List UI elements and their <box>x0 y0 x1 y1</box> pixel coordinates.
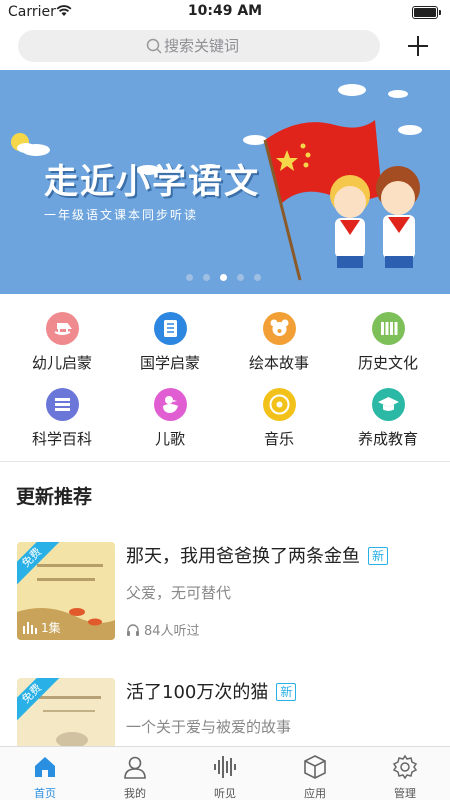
carousel-dot[interactable] <box>237 274 244 281</box>
new-badge: 新 <box>368 547 389 565</box>
tab-label: 应用 <box>304 787 326 800</box>
item-title-row: 活了100万次的猫新 <box>126 678 297 704</box>
item-title-row: 那天，我用爸爸换了两条金鱼新 <box>126 542 389 568</box>
clock: 10:49 AM <box>187 3 263 19</box>
item-title: 活了100万次的猫 <box>126 682 269 703</box>
stack-icon <box>46 388 79 421</box>
carousel-dot[interactable] <box>203 274 210 281</box>
banner-carousel[interactable]: 走近小学语文 一年级语文课本同步听读 <box>0 70 450 294</box>
graduation-cap-icon <box>372 388 405 421</box>
listen-count: 84人听过 <box>144 624 200 639</box>
home-icon <box>35 757 55 777</box>
item-cover: 免费 <box>17 678 115 746</box>
tab-listen[interactable]: 听见 <box>180 747 270 800</box>
audio-wave-icon <box>214 756 236 778</box>
item-cover: 免费 1集 <box>17 542 115 640</box>
category-item[interactable]: 历史文化 <box>332 300 444 372</box>
category-label: 幼儿启蒙 <box>31 354 92 372</box>
carousel-dot-active[interactable] <box>220 274 227 281</box>
new-badge: 新 <box>276 683 297 701</box>
tab-label: 管理 <box>394 787 416 800</box>
category-item[interactable]: 科学百科 <box>6 376 118 448</box>
gear-icon <box>392 754 418 780</box>
item-description: 一个关于爱与被爱的故事 <box>126 718 292 736</box>
headphones-icon <box>127 624 139 636</box>
episode-count: 1集 <box>41 621 61 635</box>
carousel-indicator <box>186 274 261 281</box>
category-label: 科学百科 <box>31 430 92 448</box>
audio-bars-icon <box>23 622 37 634</box>
banner-title: 走近小学语文 <box>44 162 260 202</box>
listen-count-row: 84人听过 <box>126 620 200 639</box>
category-item[interactable]: 国学启蒙 <box>114 300 226 372</box>
rocking-horse-icon <box>46 312 79 345</box>
search-bar[interactable] <box>18 30 380 62</box>
section-title: 更新推荐 <box>16 486 93 508</box>
box-icon <box>304 755 326 779</box>
tab-bar: 首页 我的 听见 应用 管理 <box>0 746 450 800</box>
status-bar: Carrier 10:49 AM <box>0 0 450 26</box>
search-input[interactable] <box>164 34 364 58</box>
bear-icon <box>263 312 296 345</box>
item-description: 父爱，无可替代 <box>126 584 232 602</box>
tab-label: 首页 <box>34 787 56 800</box>
tab-mine[interactable]: 我的 <box>90 747 180 800</box>
carousel-dot[interactable] <box>254 274 261 281</box>
category-grid: 幼儿启蒙 国学启蒙 绘本故事 历史文化 科学百科 儿歌 音乐 养成教育 <box>0 300 450 462</box>
tab-manage[interactable]: 管理 <box>360 747 450 800</box>
list-item[interactable]: 免费 1集 那天，我用爸爸换了两条金鱼新 父爱，无可替代 84人听过 <box>0 542 450 642</box>
category-item[interactable]: 儿歌 <box>114 376 226 448</box>
category-label: 养成教育 <box>357 430 418 448</box>
banner-subtitle: 一年级语文课本同步听读 <box>44 208 199 222</box>
category-item[interactable]: 幼儿启蒙 <box>6 300 118 372</box>
bamboo-scroll-icon <box>372 312 405 345</box>
list-item[interactable]: 免费 活了100万次的猫新 一个关于爱与被爱的故事 <box>0 678 450 746</box>
item-title: 那天，我用爸爸换了两条金鱼 <box>126 546 360 567</box>
category-label: 历史文化 <box>357 354 418 372</box>
category-item[interactable]: 音乐 <box>223 376 335 448</box>
category-label: 国学启蒙 <box>139 354 200 372</box>
category-label: 绘本故事 <box>248 354 309 372</box>
carousel-dot[interactable] <box>186 274 193 281</box>
search-icon <box>146 38 162 54</box>
category-item[interactable]: 养成教育 <box>332 376 444 448</box>
tab-apps[interactable]: 应用 <box>270 747 360 800</box>
category-label: 儿歌 <box>154 430 185 448</box>
tab-label: 听见 <box>214 787 236 800</box>
tab-home[interactable]: 首页 <box>0 747 90 800</box>
category-label: 音乐 <box>263 430 294 448</box>
duck-icon <box>154 388 187 421</box>
music-disc-icon <box>263 388 296 421</box>
book-icon <box>154 312 187 345</box>
category-item[interactable]: 绘本故事 <box>223 300 335 372</box>
person-icon <box>124 756 146 779</box>
add-icon[interactable] <box>404 32 432 60</box>
tab-label: 我的 <box>124 787 146 800</box>
battery-icon <box>412 6 441 19</box>
